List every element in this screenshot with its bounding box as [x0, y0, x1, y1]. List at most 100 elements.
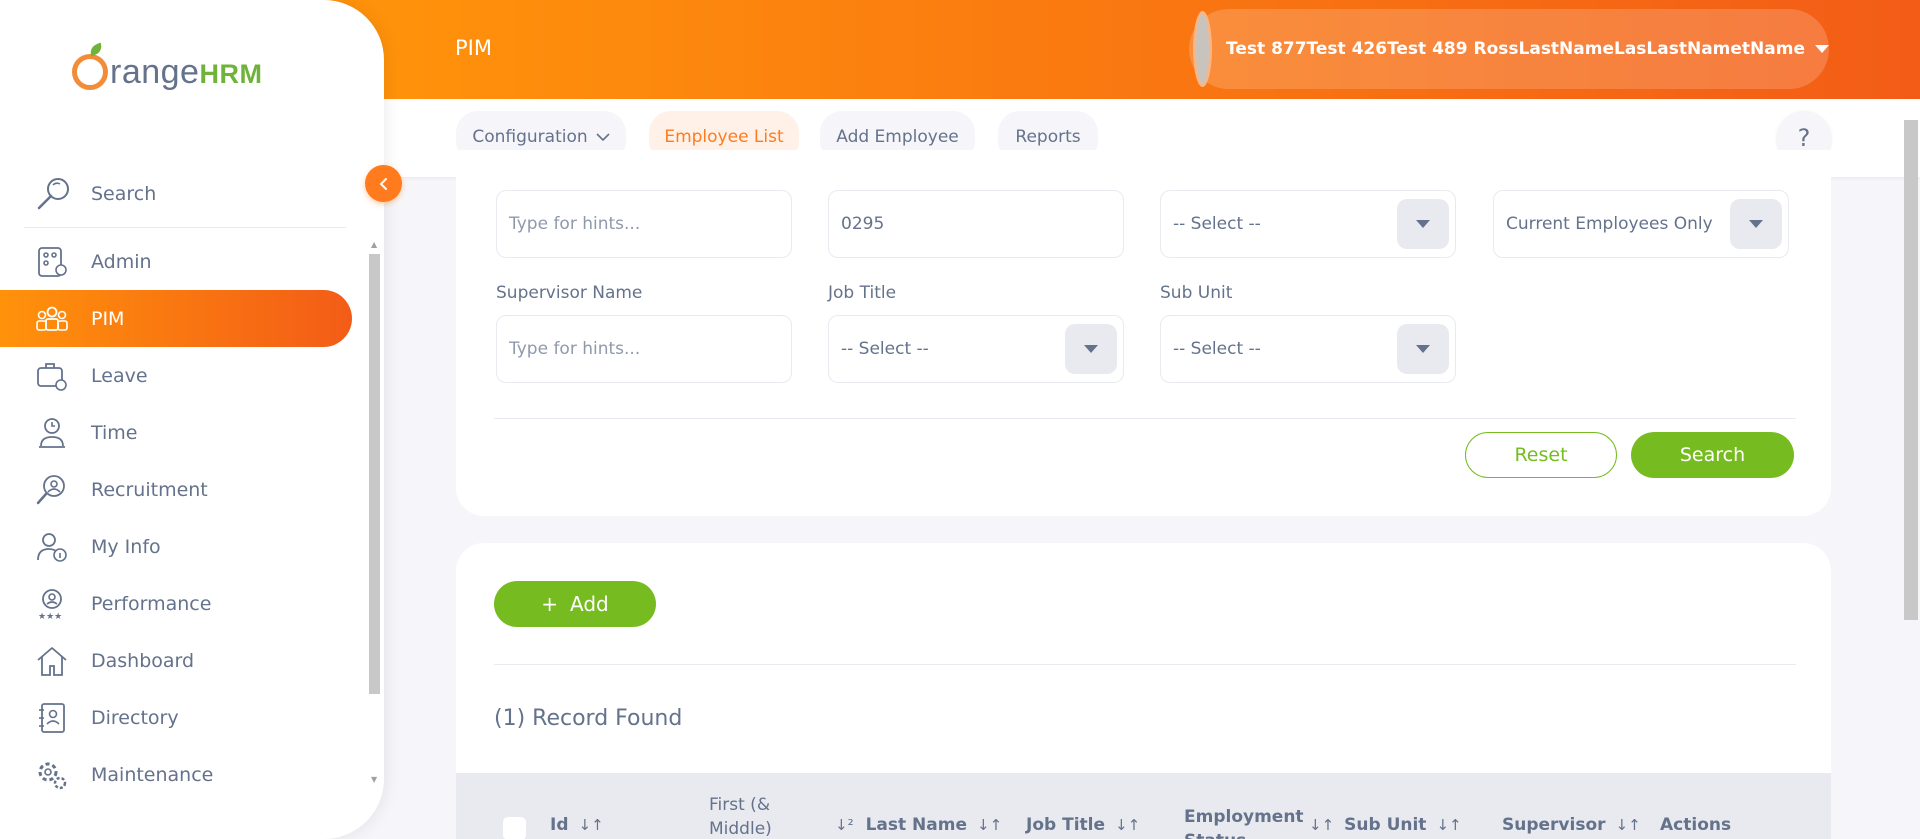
sidebar-item-label: Leave	[91, 364, 148, 387]
include-select[interactable]: Current Employees Only	[1493, 190, 1789, 258]
tab-label: Configuration	[472, 127, 588, 147]
select-value: -- Select --	[1173, 339, 1261, 359]
record-count: (1) Record Found	[494, 706, 683, 731]
chevron-down-icon	[596, 133, 610, 142]
sidebar-search[interactable]: Search	[24, 160, 346, 228]
employee-filter-form: Type for hints... 0295 -- Select -- Curr…	[456, 150, 1831, 516]
add-employee-button[interactable]: + Add	[494, 581, 656, 627]
column-label: Employment Status	[1184, 807, 1304, 839]
job-title-select[interactable]: -- Select --	[828, 315, 1124, 383]
sidebar-scrollbar[interactable]: ▲ ▼	[368, 240, 380, 790]
sort-icon[interactable]: ↓↑	[977, 816, 1002, 834]
column-header-sub-unit[interactable]: ↓↑ Sub Unit ↓↑	[1309, 815, 1462, 835]
sidebar-item-directory[interactable]: Directory	[0, 689, 384, 746]
column-header-supervisor[interactable]: Supervisor ↓↑	[1502, 815, 1641, 835]
sidebar-item-label: Recruitment	[91, 478, 208, 501]
column-header-actions: Actions	[1660, 815, 1731, 835]
svg-text:★★★: ★★★	[38, 612, 62, 621]
column-header-first-name[interactable]: First (& Middle)	[709, 793, 799, 839]
leave-icon	[34, 358, 70, 394]
sidebar-menu: Admin PIM Leave Time Recruitment My Info…	[0, 233, 384, 803]
sort-icon[interactable]: ↓↑	[1436, 816, 1461, 834]
column-label: Sub Unit	[1344, 815, 1427, 835]
caret-down-icon[interactable]	[1730, 199, 1782, 249]
select-value: -- Select --	[841, 339, 929, 359]
sidebar-search-label: Search	[91, 182, 157, 205]
column-label: Job Title	[1026, 815, 1105, 835]
dashboard-icon	[34, 643, 70, 679]
search-button[interactable]: Search	[1631, 432, 1794, 478]
sub-unit-label: Sub Unit	[1160, 283, 1233, 303]
sidebar-item-dashboard[interactable]: Dashboard	[0, 632, 384, 689]
sidebar-item-label: Time	[91, 421, 138, 444]
user-name: Test 877Test 426Test 489 RossLastNameLas…	[1226, 39, 1805, 59]
column-header-id[interactable]: Id ↓↑	[550, 815, 604, 835]
collapse-sidebar-button[interactable]	[365, 165, 402, 202]
user-dropdown[interactable]: Test 877Test 426Test 489 RossLastNameLas…	[1189, 9, 1829, 89]
select-value: Current Employees Only	[1506, 214, 1713, 234]
divider	[494, 664, 1796, 665]
sidebar-item-my-info[interactable]: My Info	[0, 518, 384, 575]
sidebar-scroll-thumb[interactable]	[369, 254, 380, 694]
scroll-down-arrow-icon[interactable]: ▼	[371, 775, 377, 784]
page-scrollbar[interactable]	[1904, 120, 1918, 620]
divider	[494, 418, 1796, 419]
sidebar-item-leave[interactable]: Leave	[0, 347, 384, 404]
sidebar-item-label: Performance	[91, 592, 212, 615]
column-label: Last Name	[865, 815, 968, 835]
sidebar-item-pim[interactable]: PIM	[0, 290, 352, 347]
sidebar-item-label: Dashboard	[91, 649, 195, 672]
employment-status-select[interactable]: -- Select --	[1160, 190, 1456, 258]
table-header: Id ↓↑ First (& Middle) ↓² Last Name ↓↑ J…	[456, 773, 1831, 839]
column-label: Supervisor	[1502, 815, 1606, 835]
orange-logo-icon	[72, 54, 108, 90]
column-header-last-name[interactable]: ↓² Last Name ↓↑	[835, 815, 1002, 835]
recruitment-icon	[34, 472, 70, 508]
directory-icon	[34, 700, 70, 736]
sidebar-item-label: My Info	[91, 535, 161, 558]
column-header-employment-status[interactable]: Employment Status	[1184, 805, 1304, 839]
sidebar-item-label: Admin	[91, 250, 152, 273]
plus-icon: +	[541, 592, 559, 616]
job-title-label: Job Title	[828, 283, 897, 303]
scroll-up-arrow-icon[interactable]: ▲	[371, 240, 377, 249]
column-label: Id	[550, 815, 569, 835]
caret-down-icon	[1815, 45, 1829, 53]
maintenance-icon	[34, 757, 70, 793]
logo-text: rangeHRM	[110, 52, 263, 91]
admin-icon	[34, 244, 70, 280]
sidebar-item-time[interactable]: Time	[0, 404, 384, 461]
time-icon	[34, 415, 70, 451]
reset-button[interactable]: Reset	[1465, 432, 1617, 478]
select-all-checkbox[interactable]	[501, 815, 528, 839]
caret-down-icon[interactable]	[1397, 324, 1449, 374]
sort-icon[interactable]: ↓↑	[1115, 816, 1140, 834]
sidebar: rangeHRM Search Admin PIM Leave Time Rec…	[0, 0, 384, 839]
sub-unit-select[interactable]: -- Select --	[1160, 315, 1456, 383]
caret-down-icon[interactable]	[1065, 324, 1117, 374]
sidebar-item-admin[interactable]: Admin	[0, 233, 384, 290]
avatar	[1193, 11, 1213, 87]
add-button-label: Add	[570, 592, 609, 616]
supervisor-name-label: Supervisor Name	[496, 283, 643, 303]
sort-icon[interactable]: ↓↑	[1309, 816, 1334, 834]
column-header-job-title[interactable]: Job Title ↓↑	[1026, 815, 1140, 835]
search-icon	[34, 174, 74, 214]
orangehrm-logo[interactable]: rangeHRM	[72, 44, 262, 100]
employee-results: + Add (1) Record Found Id ↓↑ First (& Mi…	[456, 543, 1831, 839]
column-label: First (& Middle)	[709, 795, 772, 839]
employee-name-input[interactable]: Type for hints...	[496, 190, 792, 258]
sidebar-item-maintenance[interactable]: Maintenance	[0, 746, 384, 803]
caret-down-icon[interactable]	[1397, 199, 1449, 249]
sort-icon[interactable]: ↓↑	[579, 816, 604, 834]
supervisor-name-input[interactable]: Type for hints...	[496, 315, 792, 383]
sidebar-item-performance[interactable]: ★★★ Performance	[0, 575, 384, 632]
top-bar: PIM Test 877Test 426Test 489 RossLastNam…	[284, 0, 1920, 99]
chevron-left-icon	[379, 177, 387, 190]
sort-icon[interactable]: ↓²	[835, 816, 854, 834]
employee-id-input[interactable]: 0295	[828, 190, 1124, 258]
my-info-icon	[34, 529, 70, 565]
page-title: PIM	[455, 36, 492, 60]
sort-icon[interactable]: ↓↑	[1616, 816, 1641, 834]
sidebar-item-recruitment[interactable]: Recruitment	[0, 461, 384, 518]
